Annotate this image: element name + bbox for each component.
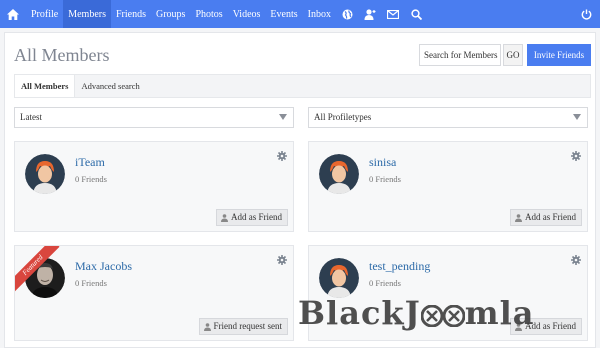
nav-profile[interactable]: Profile <box>26 0 63 28</box>
nav-friends[interactable]: Friends <box>111 0 151 28</box>
member-name[interactable]: test_pending <box>369 259 430 274</box>
tab-advanced-search[interactable]: Advanced search <box>75 75 145 97</box>
nav-videos[interactable]: Videos <box>228 0 266 28</box>
globe-icon[interactable] <box>336 0 359 28</box>
blackjoomla-watermark: BlackJ mla <box>298 294 535 332</box>
gear-icon[interactable] <box>277 148 287 161</box>
chevron-down-icon <box>573 114 581 120</box>
member-card: Featured Max Jacobs 0 Friends Friend req… <box>14 245 294 341</box>
sort-select-value: Latest <box>20 112 42 122</box>
profiletype-select[interactable]: All Profiletypes <box>308 107 588 128</box>
add-friend-label: Add as Friend <box>525 212 576 222</box>
page-title: All Members <box>14 45 110 65</box>
user-icon <box>203 323 211 331</box>
nav-events[interactable]: Events <box>265 0 302 28</box>
gear-icon[interactable] <box>571 252 581 265</box>
friend-request-sent-label: Friend request sent <box>213 321 282 331</box>
profiletype-select-value: All Profiletypes <box>314 112 372 122</box>
invite-friends-button[interactable]: Invite Friends <box>527 44 591 66</box>
top-navbar: Profile Members Friends Groups Photos Vi… <box>0 0 600 28</box>
friend-count: 0 Friends <box>75 278 107 288</box>
envelope-icon[interactable] <box>382 0 405 28</box>
search-icon[interactable] <box>405 0 428 28</box>
nav-members[interactable]: Members <box>63 0 111 28</box>
add-friend-button[interactable]: Add as Friend <box>216 209 288 226</box>
friend-count: 0 Friends <box>75 174 107 184</box>
user-icon <box>515 214 522 222</box>
avatar[interactable] <box>25 154 65 194</box>
joomla-logo-icon <box>442 304 465 327</box>
friend-count: 0 Friends <box>369 174 401 184</box>
home-icon[interactable] <box>0 0 26 28</box>
nav-inbox[interactable]: Inbox <box>303 0 336 28</box>
sort-select[interactable]: Latest <box>14 107 294 128</box>
nav-groups[interactable]: Groups <box>151 0 190 28</box>
member-card: iTeam 0 Friends Add as Friend <box>14 141 294 232</box>
add-friend-button[interactable]: Add as Friend <box>510 209 582 226</box>
search-input[interactable]: Search for Members <box>419 44 501 66</box>
gear-icon[interactable] <box>571 148 581 161</box>
tab-all-members[interactable]: All Members <box>15 75 76 97</box>
nav-photos[interactable]: Photos <box>190 0 227 28</box>
joomla-logo-icon <box>420 304 443 327</box>
member-tabs: All Members Advanced search <box>14 74 591 98</box>
friend-request-sent-button[interactable]: Friend request sent <box>198 318 288 335</box>
chevron-down-icon <box>279 114 287 120</box>
user-icon <box>221 214 228 222</box>
member-name[interactable]: iTeam <box>75 155 105 170</box>
member-card: sinisa 0 Friends Add as Friend <box>308 141 588 232</box>
user-add-icon[interactable] <box>359 0 382 28</box>
friend-count: 0 Friends <box>369 278 401 288</box>
add-friend-label: Add as Friend <box>231 212 282 222</box>
gear-icon[interactable] <box>277 252 287 265</box>
member-name[interactable]: Max Jacobs <box>75 259 132 274</box>
member-name[interactable]: sinisa <box>369 155 396 170</box>
avatar[interactable] <box>319 258 359 298</box>
power-icon[interactable] <box>576 0 596 28</box>
go-button[interactable]: GO <box>503 44 523 66</box>
avatar[interactable] <box>319 154 359 194</box>
